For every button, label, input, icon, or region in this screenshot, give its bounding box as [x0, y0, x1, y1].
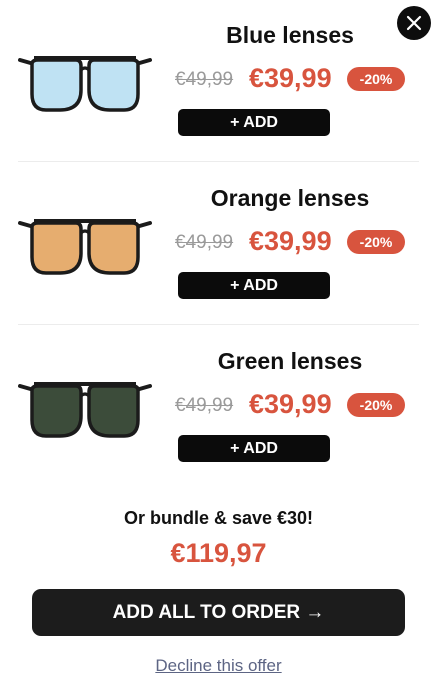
bundle-offer-text: Or bundle & save €30!	[123, 508, 314, 528]
product-row-green: Green lenses €49,99 €39,99 -20% + ADD	[0, 334, 437, 484]
product-title: Blue lenses	[226, 22, 354, 48]
orange-sunglasses-image	[18, 219, 152, 275]
sale-price: €39,99	[249, 63, 332, 93]
product-row-orange: Orange lenses €49,99 €39,99 -20% + ADD	[0, 171, 437, 321]
green-sunglasses-image	[18, 382, 152, 438]
divider	[18, 161, 419, 162]
discount-badge: -20%	[347, 230, 405, 254]
old-price: €49,99	[175, 69, 234, 90]
sale-price: €39,99	[249, 389, 332, 419]
product-title: Orange lenses	[210, 185, 370, 211]
bundle-price: €119,97	[170, 538, 267, 568]
divider	[18, 324, 419, 325]
old-price: €49,99	[175, 232, 234, 253]
sale-price: €39,99	[249, 226, 332, 256]
add-button[interactable]: + ADD	[178, 435, 330, 462]
product-row-blue: Blue lenses €49,99 €39,99 -20% + ADD	[0, 8, 437, 158]
discount-badge: -20%	[347, 67, 405, 91]
blue-sunglasses-image	[18, 56, 152, 112]
decline-offer-link[interactable]: Decline this offer	[0, 656, 437, 676]
add-all-to-order-button[interactable]: ADD ALL TO ORDER →	[32, 589, 405, 636]
discount-badge: -20%	[347, 393, 405, 417]
add-button[interactable]: + ADD	[178, 109, 330, 136]
old-price: €49,99	[175, 395, 234, 416]
product-title: Green lenses	[217, 348, 363, 374]
add-button[interactable]: + ADD	[178, 272, 330, 299]
